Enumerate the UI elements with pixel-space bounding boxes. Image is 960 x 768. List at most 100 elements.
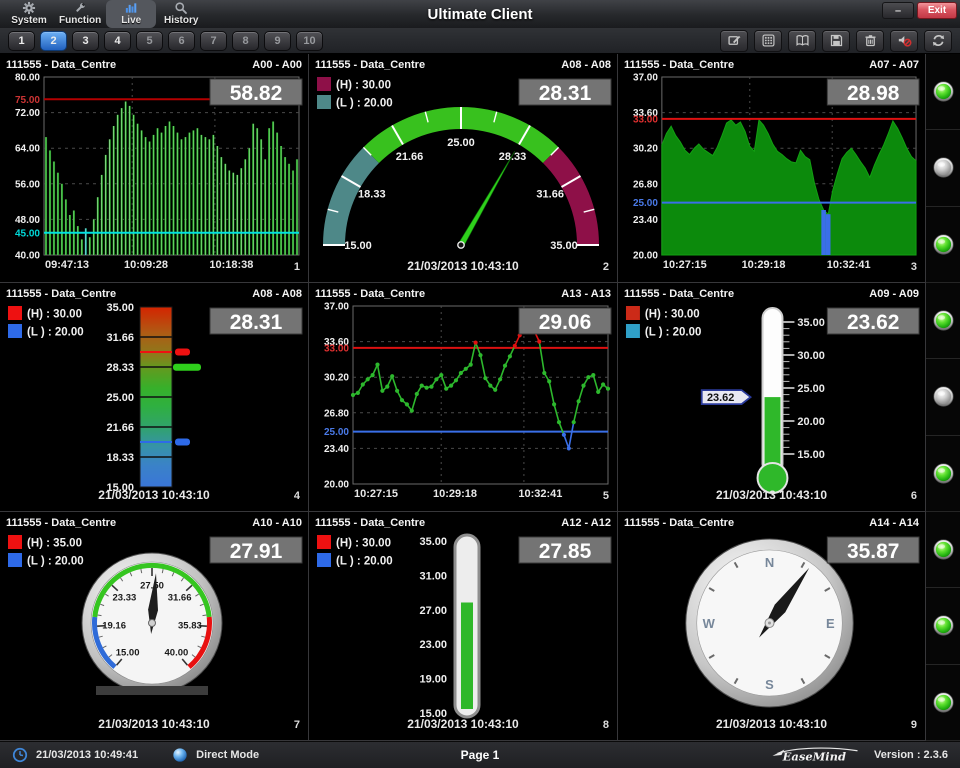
grid-button[interactable] <box>754 30 782 52</box>
svg-text:09:47:13: 09:47:13 <box>45 259 89 271</box>
sync-icon <box>931 33 946 48</box>
save-button[interactable] <box>822 30 850 52</box>
svg-text:E: E <box>826 616 835 631</box>
nav-live[interactable]: Live <box>106 0 156 28</box>
svg-text:26.80: 26.80 <box>633 179 658 190</box>
svg-text:25.00: 25.00 <box>633 198 658 209</box>
panel-timestamp: 21/03/2013 10:43:10 <box>716 717 827 731</box>
svg-text:37.00: 37.00 <box>633 73 658 84</box>
live-icon <box>124 1 138 15</box>
svg-text:(H) : 30.00: (H) : 30.00 <box>336 80 391 92</box>
panel-channel: A07 - A07 <box>869 59 919 71</box>
page-tabs: 12345678910 <box>8 31 323 51</box>
svg-text:W: W <box>703 616 716 631</box>
round-gauge: 15.0019.1623.3327.5031.6635.8340.00(H) :… <box>0 531 308 741</box>
panel-timestamp: 21/03/2013 10:43:10 <box>98 488 210 502</box>
mute-icon <box>897 33 912 48</box>
panel-number: 7 <box>294 719 300 731</box>
value-badge: 28.98 <box>827 79 919 105</box>
svg-text:10:09:28: 10:09:28 <box>124 259 168 271</box>
tab-9[interactable]: 9 <box>264 31 291 51</box>
tab-4[interactable]: 4 <box>104 31 131 51</box>
panel-4: 111555 - Data_CentreA08 - A08 35.0031.66… <box>0 283 309 512</box>
nav-history[interactable]: History <box>156 0 206 28</box>
minimize-button[interactable]: – <box>882 2 914 19</box>
tab-3[interactable]: 3 <box>72 31 99 51</box>
brand-logo: EaseMind <box>764 745 866 765</box>
current-marker <box>173 364 201 371</box>
value-badge: 27.85 <box>519 537 611 563</box>
mute-button[interactable] <box>890 30 918 52</box>
sync-button[interactable] <box>924 30 952 52</box>
svg-text:30.20: 30.20 <box>633 144 658 155</box>
svg-text:(L ) : 20.00: (L ) : 20.00 <box>27 327 84 339</box>
svg-text:25.00: 25.00 <box>797 383 824 395</box>
svg-text:31.66: 31.66 <box>168 592 192 603</box>
panel-number: 8 <box>603 719 609 731</box>
tab-5[interactable]: 5 <box>136 31 163 51</box>
gradient-bar-indicator: 35.0031.6628.3325.0021.6618.3315.00(H) :… <box>0 302 308 512</box>
svg-text:27.00: 27.00 <box>419 605 447 617</box>
svg-text:15.00: 15.00 <box>797 449 824 461</box>
function-icon <box>73 1 87 15</box>
svg-text:(H) : 30.00: (H) : 30.00 <box>27 309 82 321</box>
book-button[interactable] <box>788 30 816 52</box>
nav-label: Live <box>121 15 141 26</box>
book-icon <box>795 33 810 48</box>
led-icon <box>932 614 955 637</box>
panel-9: 111555 - Data_CentreA14 - A14 NESW35.872… <box>618 512 926 741</box>
svg-text:58.82: 58.82 <box>230 82 283 105</box>
svg-text:30.00: 30.00 <box>797 350 824 362</box>
svg-text:31.66: 31.66 <box>536 189 564 201</box>
legend-item: (L ) : 20.00 <box>626 324 701 339</box>
panel-1: 111555 - Data_CentreA00 - A00 80.0072.00… <box>0 54 309 283</box>
panel-channel: A14 - A14 <box>869 517 919 529</box>
nav-system[interactable]: System <box>4 0 54 28</box>
panel-channel: A00 - A00 <box>252 59 302 71</box>
led-icon <box>932 80 955 103</box>
window-buttons: – Exit <box>882 2 957 19</box>
svg-text:35.00: 35.00 <box>419 536 447 548</box>
exit-button[interactable]: Exit <box>917 2 957 19</box>
panel-title: 111555 - Data_Centre <box>6 517 116 529</box>
tab-2[interactable]: 2 <box>40 31 67 51</box>
status-mode: Direct Mode <box>196 749 259 761</box>
tab-10[interactable]: 10 <box>296 31 323 51</box>
legend-item: (H) : 30.00 <box>317 77 391 92</box>
panel-title: 111555 - Data_Centre <box>624 288 734 300</box>
svg-text:20.00: 20.00 <box>324 480 349 491</box>
gauge-needle <box>458 151 514 246</box>
led-icon <box>932 538 955 561</box>
nav-function[interactable]: Function <box>54 0 106 28</box>
compass: NESW35.8721/03/2013 10:43:109 <box>618 531 925 741</box>
svg-text:(H) : 35.00: (H) : 35.00 <box>27 538 82 550</box>
panel-channel: A08 - A08 <box>252 288 302 300</box>
trash-button[interactable] <box>856 30 884 52</box>
tab-1[interactable]: 1 <box>8 31 35 51</box>
panel-channel: A10 - A10 <box>252 517 302 529</box>
high-marker <box>175 349 190 356</box>
level-bar: 35.0031.0027.0023.0019.0015.00(H) : 30.0… <box>309 531 617 741</box>
svg-text:31.00: 31.00 <box>419 570 447 582</box>
dashboard: 111555 - Data_Centre A00 - A00 80.0072.00… <box>0 54 960 741</box>
panel-timestamp: 21/03/2013 10:43:10 <box>98 717 210 731</box>
svg-text:64.00: 64.00 <box>15 144 40 155</box>
panel-title: 111555 - Data_Centre <box>624 59 734 71</box>
svg-text:20.00: 20.00 <box>797 416 824 428</box>
edit-button[interactable] <box>720 30 748 52</box>
svg-text:10:29:18: 10:29:18 <box>433 488 477 500</box>
bar-chart: 80.0072.0064.0056.0048.0040.0075.0045.00… <box>0 73 308 283</box>
tab-7[interactable]: 7 <box>200 31 227 51</box>
svg-text:S: S <box>765 677 774 692</box>
tab-6[interactable]: 6 <box>168 31 195 51</box>
led-icon <box>932 385 955 408</box>
panel-number: 3 <box>911 261 917 273</box>
panel-timestamp: 21/03/2013 10:43:10 <box>407 717 519 731</box>
led-indicator-4-on <box>926 283 960 359</box>
svg-text:35.87: 35.87 <box>847 540 899 563</box>
svg-text:25.00: 25.00 <box>324 427 349 438</box>
panel-number: 4 <box>294 490 301 502</box>
tab-8[interactable]: 8 <box>232 31 259 51</box>
grid-icon <box>761 33 776 48</box>
svg-text:(L ) : 20.00: (L ) : 20.00 <box>336 556 393 568</box>
